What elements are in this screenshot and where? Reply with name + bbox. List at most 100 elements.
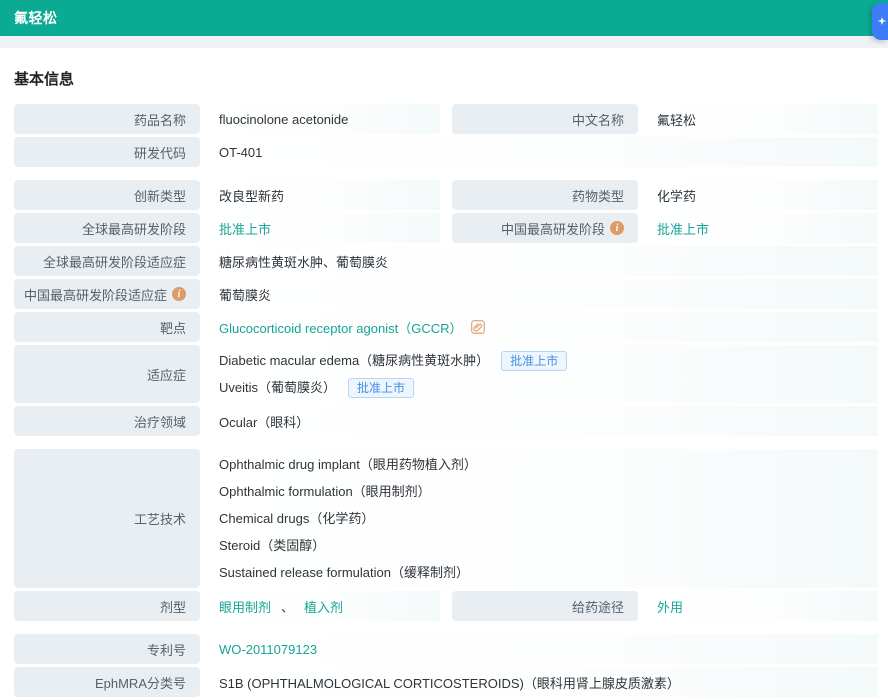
field-label-therapy-area: 治疗领域	[14, 406, 200, 436]
table-row-china-stage-indication: 中国最高研发阶段适应症 i 葡萄膜炎	[14, 279, 878, 309]
field-label-text: 研发代码	[134, 143, 186, 162]
field-label-text: 剂型	[160, 597, 186, 616]
table-row-stages: 全球最高研发阶段 批准上市 中国最高研发阶段 i 批准上市	[14, 213, 878, 243]
target-link[interactable]: Glucocorticoid receptor agonist（GCCR）	[219, 318, 462, 337]
field-value-china-stage-indication: 葡萄膜炎	[200, 279, 878, 309]
route-link[interactable]: 外用	[657, 597, 683, 616]
field-value-text: fluocinolone acetonide	[219, 112, 348, 127]
row-half: 全球最高研发阶段 批准上市	[14, 213, 440, 243]
field-label-drug-type: 药物类型	[452, 180, 638, 210]
technology-line: Chemical drugs（化学药）	[219, 505, 374, 532]
row-half: 给药途径 外用	[452, 591, 878, 621]
field-value-drug-name: fluocinolone acetonide	[200, 104, 440, 134]
table-row-types: 创新类型 改良型新药 药物类型 化学药	[14, 180, 878, 210]
field-label-indications: 适应症	[14, 345, 200, 403]
field-label-rd-code: 研发代码	[14, 137, 200, 167]
info-icon[interactable]: i	[610, 221, 624, 235]
info-group-technology: 工艺技术 Ophthalmic drug implant（眼用药物植入剂） Op…	[14, 449, 878, 621]
field-value-text: 改良型新药	[219, 186, 284, 205]
drug-detail-page: 氟轻松 基本信息 药品名称 fluocinolone acetonide	[0, 0, 888, 697]
field-value-text: OT-401	[219, 145, 262, 160]
info-icon[interactable]: i	[172, 287, 186, 301]
field-label-china-stage-indication: 中国最高研发阶段适应症 i	[14, 279, 200, 309]
field-label-text: 全球最高研发阶段适应症	[43, 252, 186, 271]
field-value-text: Ocular（眼科）	[219, 412, 309, 431]
field-value-chinese-name: 氟轻松	[638, 104, 878, 134]
table-row-indications: 适应症 Diabetic macular edema（糖尿病性黄斑水肿） 批准上…	[14, 345, 878, 403]
field-label-text: 给药途径	[572, 597, 624, 616]
field-value-text: 化学药	[657, 186, 696, 205]
field-label-dosage-form: 剂型	[14, 591, 200, 621]
info-group-development: 创新类型 改良型新药 药物类型 化学药	[14, 180, 878, 436]
table-row-drug-name: 药品名称 fluocinolone acetonide 中文名称 氟轻松	[14, 104, 878, 134]
technology-line: Sustained release formulation（缓释制剂）	[219, 559, 469, 586]
field-label-text: 中文名称	[572, 110, 624, 129]
global-stage-link[interactable]: 批准上市	[219, 219, 271, 238]
field-label-text: EphMRA分类号	[95, 673, 186, 692]
field-label-text: 适应症	[147, 365, 186, 384]
field-value-global-stage: 批准上市	[200, 213, 440, 243]
field-value-rd-code: OT-401	[200, 137, 878, 167]
field-label-text: 靶点	[160, 318, 186, 337]
field-value-ephmra: S1B (OPHTHALMOLOGICAL CORTICOSTEROIDS)（眼…	[200, 667, 878, 697]
field-label-text: 中国最高研发阶段适应症	[24, 285, 167, 304]
field-label-text: 药品名称	[134, 110, 186, 129]
dosage-form-link[interactable]: 植入剂	[304, 597, 343, 616]
table-row-target: 靶点 Glucocorticoid receptor agonist（GCCR）	[14, 312, 878, 342]
indication-text: Uveitis（葡萄膜炎）	[219, 374, 336, 401]
field-label-chinese-name: 中文名称	[452, 104, 638, 134]
row-half: 中国最高研发阶段 i 批准上市	[452, 213, 878, 243]
field-label-text: 创新类型	[134, 186, 186, 205]
page-header: 氟轻松	[0, 0, 888, 36]
field-label-target: 靶点	[14, 312, 200, 342]
field-label-global-stage-indication: 全球最高研发阶段适应症	[14, 246, 200, 276]
indication-text: Diabetic macular edema（糖尿病性黄斑水肿）	[219, 347, 489, 374]
field-value-text: 糖尿病性黄斑水肿、葡萄膜炎	[219, 252, 388, 271]
field-value-innovation-type: 改良型新药	[200, 180, 440, 210]
assistant-button[interactable]	[872, 3, 888, 40]
field-value-drug-type: 化学药	[638, 180, 878, 210]
field-label-global-stage: 全球最高研发阶段	[14, 213, 200, 243]
row-half: 药物类型 化学药	[452, 180, 878, 210]
table-row-patent: 专利号 WO-2011079123	[14, 634, 878, 664]
section-title: 基本信息	[14, 48, 878, 104]
row-half: 药品名称 fluocinolone acetonide	[14, 104, 440, 134]
info-group-classification: 专利号 WO-2011079123 EphMRA分类号 S1B (OPHTHAL…	[14, 634, 878, 697]
field-value-text: 葡萄膜炎	[219, 285, 271, 304]
field-value-therapy-area: Ocular（眼科）	[200, 406, 878, 436]
table-row-ephmra: EphMRA分类号 S1B (OPHTHALMOLOGICAL CORTICOS…	[14, 667, 878, 697]
field-value-patent: WO-2011079123	[200, 634, 878, 664]
field-label-china-stage: 中国最高研发阶段 i	[452, 213, 638, 243]
indication-line: Diabetic macular edema（糖尿病性黄斑水肿） 批准上市	[219, 347, 567, 374]
field-value-global-stage-indication: 糖尿病性黄斑水肿、葡萄膜炎	[200, 246, 878, 276]
field-value-route: 外用	[638, 591, 878, 621]
field-label-text: 全球最高研发阶段	[82, 219, 186, 238]
field-label-ephmra: EphMRA分类号	[14, 667, 200, 697]
status-badge: 批准上市	[348, 378, 414, 398]
field-label-text: 工艺技术	[134, 509, 186, 528]
list-separator: 、	[281, 597, 294, 616]
field-label-patent: 专利号	[14, 634, 200, 664]
page-title: 氟轻松	[14, 8, 58, 28]
row-half: 创新类型 改良型新药	[14, 180, 440, 210]
row-half: 剂型 眼用制剂 、 植入剂	[14, 591, 440, 621]
field-label-innovation-type: 创新类型	[14, 180, 200, 210]
field-value-text: 氟轻松	[657, 110, 696, 129]
technology-line: Ophthalmic formulation（眼用制剂）	[219, 478, 431, 505]
technology-line: Steroid（类固醇）	[219, 532, 325, 559]
row-half: 中文名称 氟轻松	[452, 104, 878, 134]
table-row-global-stage-indication: 全球最高研发阶段适应症 糖尿病性黄斑水肿、葡萄膜炎	[14, 246, 878, 276]
reference-link-icon[interactable]	[470, 319, 486, 335]
field-value-china-stage: 批准上市	[638, 213, 878, 243]
status-badge: 批准上市	[501, 351, 567, 371]
china-stage-link[interactable]: 批准上市	[657, 219, 709, 238]
patent-link[interactable]: WO-2011079123	[219, 642, 317, 657]
field-value-dosage-form: 眼用制剂 、 植入剂	[200, 591, 440, 621]
table-row-dosage: 剂型 眼用制剂 、 植入剂 给药途径 外用	[14, 591, 878, 621]
field-label-text: 专利号	[147, 640, 186, 659]
field-label-route: 给药途径	[452, 591, 638, 621]
field-label-technology: 工艺技术	[14, 449, 200, 588]
dosage-form-link[interactable]: 眼用制剂	[219, 597, 271, 616]
field-value-target: Glucocorticoid receptor agonist（GCCR）	[200, 312, 878, 342]
table-row-rd-code: 研发代码 OT-401	[14, 137, 878, 167]
